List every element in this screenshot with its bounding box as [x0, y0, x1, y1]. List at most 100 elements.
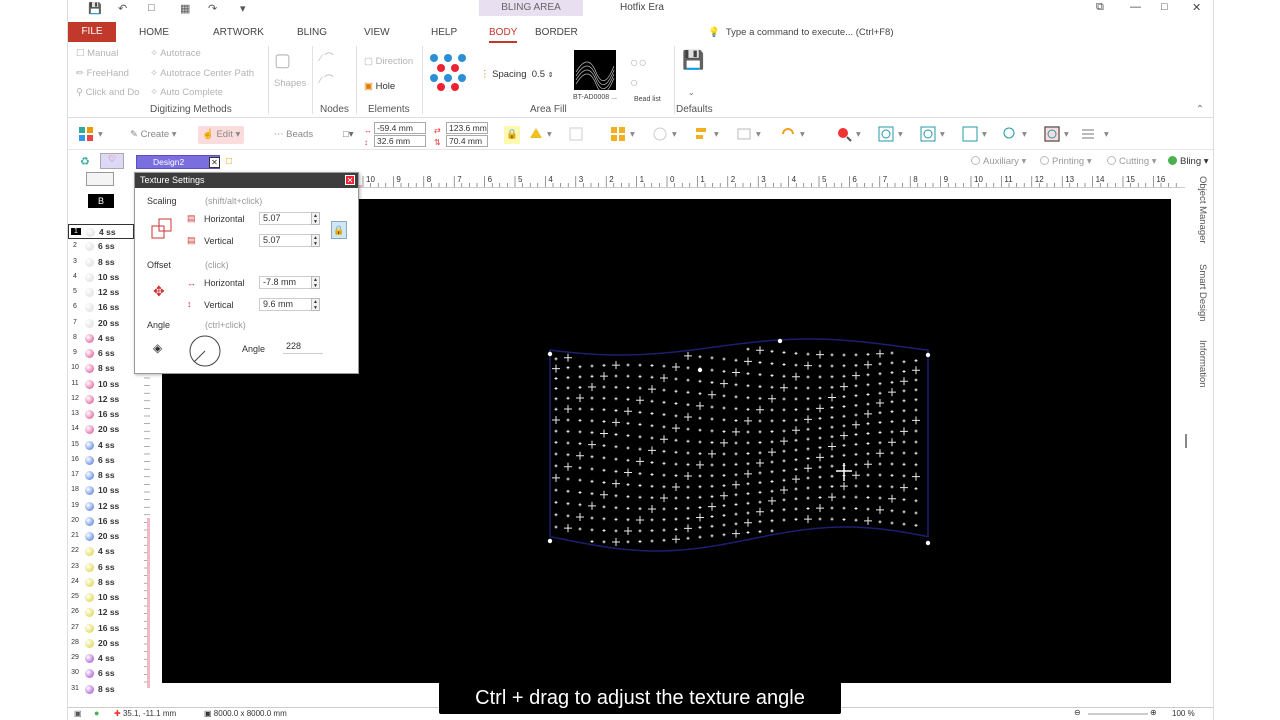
create-button[interactable]: ✎ Create ▾ — [130, 126, 177, 144]
grid-icon[interactable] — [78, 126, 94, 142]
bead-list-icon[interactable]: ○○ — [630, 54, 647, 70]
list-item[interactable]: 18 10 ss — [68, 483, 134, 498]
chevron-down-icon[interactable]: ▾ — [756, 126, 761, 144]
chevron-down-icon[interactable]: ▾ — [547, 126, 552, 144]
chevron-down-icon[interactable]: ▾ — [98, 126, 103, 144]
list-item[interactable]: 3 8 ss — [68, 255, 134, 270]
x-position-input[interactable]: -59.4 mm — [374, 122, 426, 134]
angle-dial[interactable] — [188, 334, 222, 368]
list-item[interactable]: 7 20 ss — [68, 316, 134, 331]
minimize-icon[interactable]: — — [1130, 1, 1141, 13]
close-tab-icon[interactable]: ✕ — [209, 157, 220, 168]
tab-body[interactable]: BODY — [489, 27, 518, 43]
scaling-vertical-input[interactable]: 5.07 — [259, 234, 319, 247]
scaling-icon[interactable] — [151, 218, 173, 240]
chevron-down-icon[interactable]: ▾ — [714, 126, 719, 144]
zoom-page-icon[interactable] — [962, 126, 978, 142]
tab-help[interactable]: HELP — [431, 27, 457, 38]
zoom-all-icon[interactable] — [1002, 126, 1018, 142]
view-mode-printing[interactable]: Printing ▾ — [1040, 156, 1092, 167]
node-tool-icon[interactable]: ∕ ⌒ — [320, 50, 334, 64]
design-outline[interactable] — [549, 338, 929, 552]
new-document-icon[interactable]: □ — [226, 156, 232, 167]
layers-icon[interactable]: ♻ — [80, 155, 90, 168]
chevron-down-icon[interactable]: ▾ — [1104, 126, 1109, 144]
list-item[interactable]: 16 6 ss — [68, 453, 134, 468]
chevron-down-icon[interactable]: ▾ — [630, 126, 635, 144]
chevron-down-icon[interactable]: ▾ — [240, 2, 246, 15]
undo-icon[interactable]: ↶ — [118, 2, 127, 15]
zoom-out-icon[interactable]: ⊖ — [1074, 708, 1081, 717]
dialog-close-button[interactable]: ✕ — [345, 175, 355, 185]
arrange-icon[interactable] — [610, 126, 626, 142]
chevron-down-icon[interactable]: ▾ — [898, 126, 903, 144]
information-tab[interactable]: Information — [1197, 340, 1208, 388]
scaling-horizontal-input[interactable]: 5.07 — [259, 212, 319, 225]
object-manager-tab[interactable]: Object Manager — [1197, 176, 1208, 244]
zoom-tool-icon[interactable] — [836, 126, 852, 142]
list-item[interactable]: 6 16 ss — [68, 300, 134, 315]
click-and-do-button[interactable]: ⚲ Click and Do — [76, 87, 139, 98]
tab-bling[interactable]: BLING — [297, 27, 327, 38]
chevron-down-icon[interactable]: ▾ — [1022, 126, 1027, 144]
width-input[interactable]: 123.6 mm — [446, 122, 488, 134]
shapes-icon[interactable]: ▢ — [274, 50, 291, 71]
y-position-input[interactable]: 32.6 mm — [374, 135, 426, 147]
distribute-icon[interactable] — [736, 126, 752, 142]
list-item[interactable]: 22 4 ss — [68, 544, 134, 559]
restore-icon[interactable]: ⧉ — [1096, 1, 1104, 14]
zoom-slider[interactable] — [1088, 713, 1148, 715]
edit-button[interactable]: ☝ Edit ▾ — [198, 126, 245, 144]
list-item[interactable]: 27 16 ss — [68, 621, 134, 636]
view-mode-auxiliary[interactable]: Auxiliary ▾ — [971, 156, 1026, 167]
list-header-badge[interactable]: B — [88, 194, 114, 208]
defaults-icon[interactable]: 💾 — [682, 50, 704, 71]
list-item[interactable]: 12 12 ss — [68, 392, 134, 407]
selection-node[interactable] — [777, 338, 783, 344]
open-icon[interactable]: ▦ — [180, 2, 190, 15]
spinner[interactable]: ▲ ▼ — [311, 276, 320, 289]
save-icon[interactable]: 💾 — [88, 2, 102, 15]
height-input[interactable]: 70.4 mm — [446, 135, 488, 147]
spinner[interactable]: ▲ ▼ — [311, 298, 320, 311]
zoom-in-icon[interactable] — [878, 126, 894, 142]
chevron-down-icon[interactable]: ⌄ — [688, 88, 695, 97]
move-icon[interactable]: ✥ — [153, 283, 165, 300]
select-icon[interactable]: □▾ — [343, 126, 354, 144]
list-item[interactable]: 11 10 ss — [68, 377, 134, 392]
close-icon[interactable]: ✕ — [1192, 1, 1201, 14]
view-options-icon[interactable] — [1080, 126, 1096, 142]
group-icon[interactable] — [568, 126, 584, 142]
list-item[interactable]: 24 8 ss — [68, 575, 134, 590]
new-icon[interactable]: □ — [148, 2, 155, 14]
splitter-handle[interactable] — [1185, 434, 1187, 448]
list-item[interactable]: 19 12 ss — [68, 499, 134, 514]
list-item[interactable]: 30 6 ss — [68, 666, 134, 681]
list-item[interactable]: 15 4 ss — [68, 438, 134, 453]
weld-icon[interactable] — [652, 126, 668, 142]
list-item[interactable]: 5 12 ss — [68, 285, 134, 300]
shapes-button[interactable]: Shapes — [274, 78, 306, 89]
maximize-icon[interactable]: □ — [1161, 1, 1168, 13]
list-item[interactable]: 29 4 ss — [68, 651, 134, 666]
list-item[interactable]: 10 8 ss — [68, 361, 134, 376]
lock-scale-icon[interactable]: 🔒 — [331, 221, 347, 239]
tab-home[interactable]: HOME — [139, 27, 169, 38]
chevron-down-icon[interactable]: ▾ — [982, 126, 987, 144]
zoom-fit-icon[interactable] — [1044, 126, 1060, 142]
list-item[interactable]: 9 6 ss — [68, 346, 134, 361]
tab-artwork[interactable]: ARTWORK — [213, 27, 264, 38]
hole-button[interactable]: ▣ Hole — [364, 81, 395, 92]
mirror-icon[interactable] — [780, 126, 796, 142]
autotrace-center-button[interactable]: ✧ Autotrace Center Path — [150, 68, 254, 79]
zoom-in-icon[interactable]: ⊕ — [1150, 708, 1157, 717]
list-item[interactable]: 25 10 ss — [68, 590, 134, 605]
chevron-down-icon[interactable]: ▾ — [856, 126, 861, 144]
smart-design-tab[interactable]: Smart Design — [1197, 264, 1208, 322]
chevron-down-icon[interactable]: ▾ — [940, 126, 945, 144]
list-item[interactable]: 28 20 ss — [68, 636, 134, 651]
rotate-icon[interactable]: ◈ — [153, 341, 162, 355]
chevron-down-icon[interactable]: ▾ — [672, 126, 677, 144]
list-item[interactable]: 26 12 ss — [68, 605, 134, 620]
spacing-control[interactable]: ⋮ Spacing 0.5 ⇕ — [480, 69, 554, 80]
